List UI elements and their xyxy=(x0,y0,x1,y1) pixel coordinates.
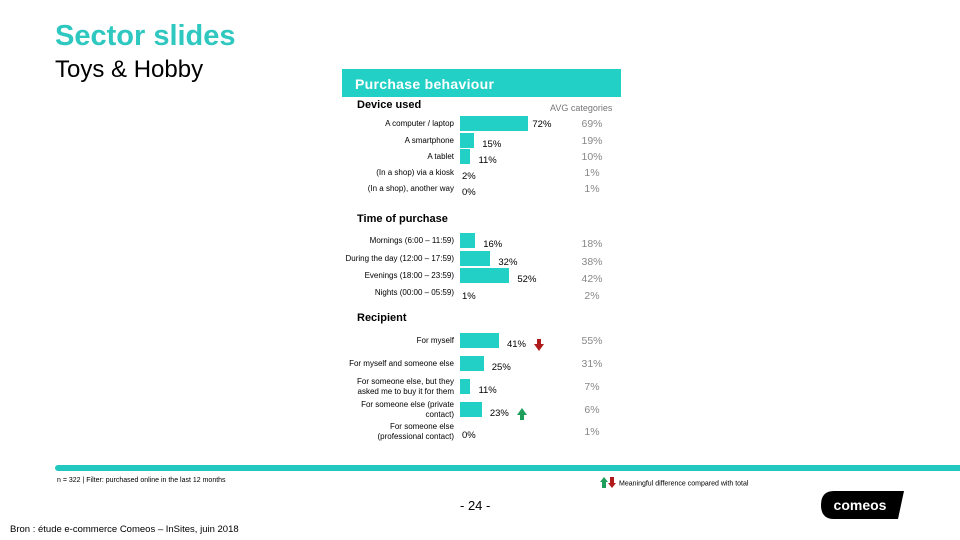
avg-value: 2% xyxy=(584,290,600,302)
data-label: 16% xyxy=(483,239,503,250)
category-label: A computer / laptop xyxy=(385,119,454,128)
bar xyxy=(460,379,471,394)
page-number: - 24 - xyxy=(460,498,491,513)
category-label: A smartphone xyxy=(404,136,454,145)
footer-divider xyxy=(55,465,960,471)
bar xyxy=(460,233,476,248)
data-label: 2% xyxy=(462,171,476,182)
bar xyxy=(460,356,484,371)
category-label: For someone else, but they asked me to b… xyxy=(357,377,454,396)
avg-column-header: AVG categories xyxy=(550,103,613,113)
section-title: Device used xyxy=(357,99,422,111)
data-label: 11% xyxy=(478,385,497,396)
data-label: 41% xyxy=(506,339,526,350)
section-title: Recipient xyxy=(357,312,407,324)
avg-value: 31% xyxy=(581,358,603,370)
category-label: During the day (12:00 – 17:59) xyxy=(345,254,454,263)
category-label: Mornings (6:00 – 11:59) xyxy=(369,236,454,245)
logo-text: comeos xyxy=(834,497,887,513)
data-label: 15% xyxy=(482,139,502,150)
footnote: n = 322 | Filter: purchased online in th… xyxy=(57,477,226,484)
arrow-up-icon xyxy=(516,407,527,420)
data-label: 52% xyxy=(517,274,537,285)
category-label: For someone else (private contact) xyxy=(361,400,454,419)
slide-title: Sector slides xyxy=(55,20,236,52)
avg-value: 6% xyxy=(584,404,600,416)
panel-header-title: Purchase behaviour xyxy=(355,76,495,92)
bar xyxy=(460,116,529,131)
avg-value: 1% xyxy=(584,183,600,195)
avg-value: 7% xyxy=(584,381,600,393)
significance-arrows-icon xyxy=(600,477,616,490)
avg-value: 18% xyxy=(581,238,603,250)
avg-value: 42% xyxy=(581,273,603,285)
avg-value: 55% xyxy=(581,335,603,347)
category-label: For someone else (professional contact) xyxy=(377,422,454,441)
bar xyxy=(460,333,499,348)
avg-value: 1% xyxy=(584,426,600,438)
data-label: 0% xyxy=(462,430,476,441)
category-label: (In a shop) via a kiosk xyxy=(376,168,454,177)
bar xyxy=(460,149,471,164)
bar xyxy=(460,251,491,266)
panel-header: Purchase behaviour xyxy=(342,69,621,97)
significance-legend: Meaningful difference compared with tota… xyxy=(600,477,748,490)
data-label: 23% xyxy=(489,408,509,419)
bar xyxy=(460,402,482,417)
data-label: 72% xyxy=(532,119,552,130)
category-label: A tablet xyxy=(427,152,454,161)
data-label: 32% xyxy=(498,257,518,268)
data-label: 0% xyxy=(462,187,476,198)
category-label: (In a shop), another way xyxy=(367,184,454,193)
bar xyxy=(460,133,475,148)
data-label: 11% xyxy=(478,155,497,166)
category-label: For myself and someone else xyxy=(349,359,454,368)
avg-value: 69% xyxy=(581,118,603,130)
source-note: Bron : étude e-commerce Comeos – InSites… xyxy=(10,524,239,535)
slide-subtitle: Toys & Hobby xyxy=(55,56,204,83)
avg-value: 38% xyxy=(581,256,603,268)
category-label: Nights (00:00 – 05:59) xyxy=(374,288,454,297)
avg-value: 19% xyxy=(581,135,603,147)
category-label: Evenings (18:00 – 23:59) xyxy=(364,271,454,280)
data-label: 1% xyxy=(462,291,476,302)
category-label: For myself xyxy=(416,336,454,345)
legend-text: Meaningful difference compared with tota… xyxy=(619,480,749,488)
avg-value: 1% xyxy=(584,167,600,179)
arrow-down-icon xyxy=(533,338,544,351)
section-title: Time of purchase xyxy=(357,213,448,225)
bar xyxy=(460,268,510,283)
avg-value: 10% xyxy=(581,151,603,163)
comeos-logo: comeos xyxy=(820,490,904,520)
data-label: 25% xyxy=(491,362,511,373)
